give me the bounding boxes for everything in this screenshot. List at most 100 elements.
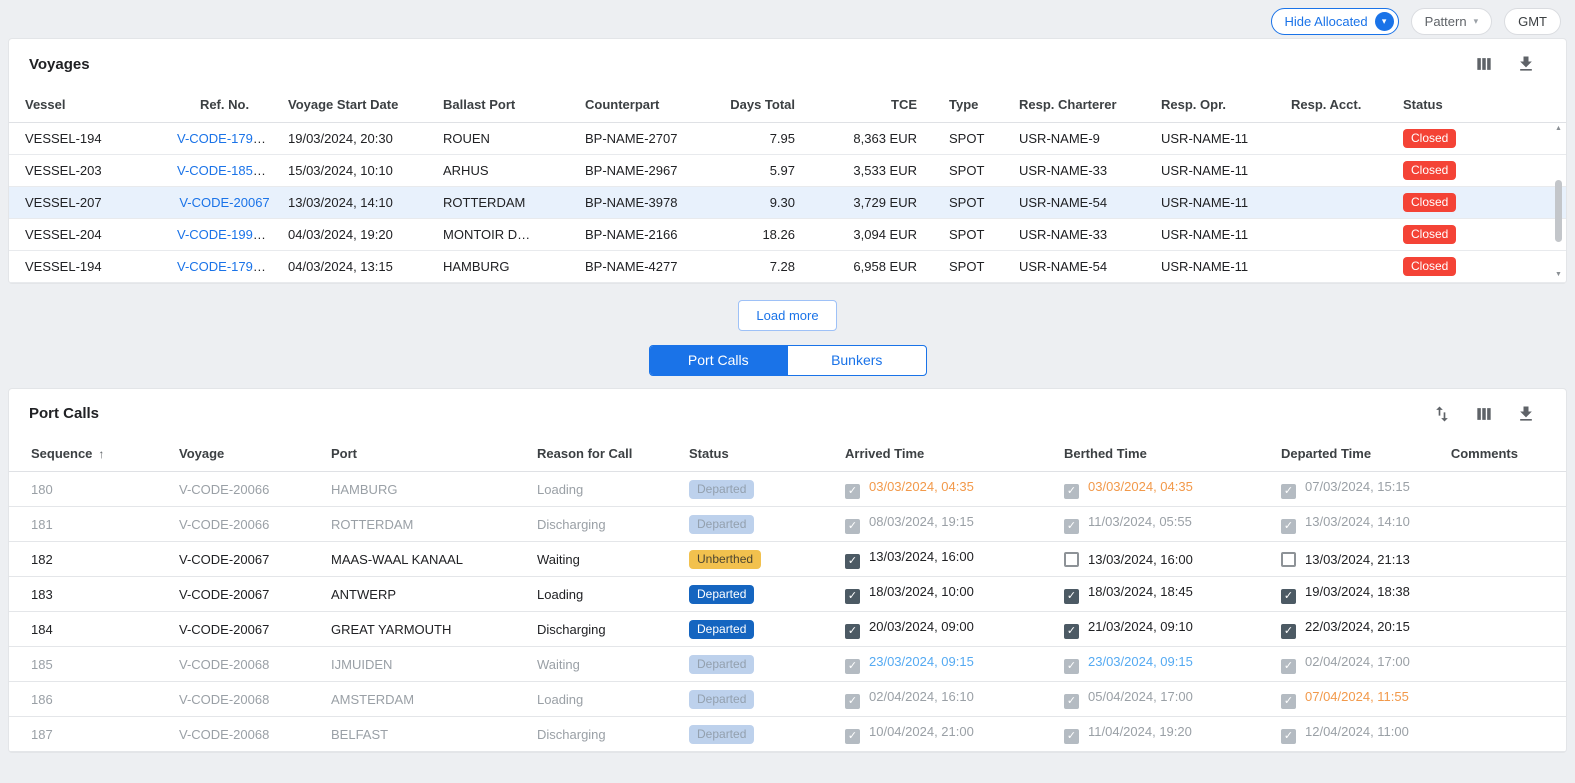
col-berthed-time[interactable]: Berthed Time [1048,437,1265,472]
voyage-row[interactable]: VESSEL-194 V-CODE-179019 04/03/2024, 13:… [9,250,1566,282]
status-badge: Departed [689,585,754,604]
col-ballast-port[interactable]: Ballast Port [427,87,569,122]
checkbox[interactable] [1281,552,1296,567]
checkbox[interactable]: ✓ [1064,484,1079,499]
portcall-row[interactable]: 184 V-CODE-20067 GREAT YARMOUTH Discharg… [9,612,1566,647]
portcalls-table-body: 180 V-CODE-20066 HAMBURG Loading Departe… [9,472,1566,752]
tab-bunkers[interactable]: Bunkers [787,346,926,375]
checkbox[interactable]: ✓ [1064,624,1079,639]
col-departed-time[interactable]: Departed Time [1265,437,1433,472]
checkbox[interactable]: ✓ [845,519,860,534]
col-counterpart[interactable]: Counterpart [569,87,719,122]
download-icon[interactable] [1516,404,1536,424]
voyage-type: SPOT [933,186,1003,218]
portcall-row[interactable]: 187 V-CODE-20068 BELFAST Discharging Dep… [9,717,1566,752]
col-days-total[interactable]: Days Total [719,87,811,122]
checkbox[interactable] [1064,552,1079,567]
checkbox[interactable]: ✓ [1281,659,1296,674]
portcall-comments [1433,542,1566,577]
columns-icon[interactable] [1474,54,1494,74]
col-status[interactable]: Status [673,437,829,472]
load-more-section: Load more [0,284,1575,345]
checkbox[interactable]: ✓ [1064,659,1079,674]
voyage-row[interactable]: VESSEL-207 V-CODE-20067 13/03/2024, 14:1… [9,186,1566,218]
checkbox[interactable]: ✓ [1281,589,1296,604]
col-tce[interactable]: TCE [811,87,933,122]
col-vessel[interactable]: Vessel [9,87,177,122]
voyage-resp-acct [1275,154,1387,186]
voyage-ref-link[interactable]: V-CODE-199048 [177,227,272,242]
col-arrived-time[interactable]: Arrived Time [829,437,1048,472]
checkbox[interactable]: ✓ [845,729,860,744]
voyage-row[interactable]: VESSEL-194 V-CODE-179021 19/03/2024, 20:… [9,122,1566,154]
download-icon[interactable] [1516,54,1536,74]
status-badge: Closed [1403,161,1456,180]
time-text: 21/03/2024, 09:10 [1088,619,1193,634]
voyage-ref-link[interactable]: V-CODE-179019 [177,259,272,274]
hide-allocated-label: Hide Allocated [1285,14,1368,29]
col-comments[interactable]: Comments [1433,437,1566,472]
time-text: 05/04/2024, 17:00 [1088,689,1193,704]
checkbox[interactable]: ✓ [1064,729,1079,744]
col-voyage[interactable]: Voyage [163,437,315,472]
checkbox[interactable]: ✓ [1281,519,1296,534]
status-badge: Departed [689,515,754,534]
load-more-button[interactable]: Load more [738,300,836,331]
port-calls-panel: Port Calls Sequence↑ Voyage Port [8,388,1567,754]
col-sequence[interactable]: Sequence↑ [9,437,163,472]
checkbox[interactable]: ✓ [845,554,860,569]
scrollbar-thumb[interactable] [1555,180,1562,242]
portcall-row[interactable]: 183 V-CODE-20067 ANTWERP Loading Departe… [9,577,1566,612]
portcall-row[interactable]: 185 V-CODE-20068 IJMUIDEN Waiting Depart… [9,647,1566,682]
col-voyage-start-date[interactable]: Voyage Start Date [272,87,427,122]
portcall-row[interactable]: 182 V-CODE-20067 MAAS-WAAL KANAAL Waitin… [9,542,1566,577]
voyage-ballast-port: MONTOIR D… [427,218,569,250]
voyage-ref-link[interactable]: V-CODE-179021 [177,131,272,146]
voyages-scrollbar[interactable]: ▲ ▼ [1553,124,1564,280]
checkbox[interactable]: ✓ [1281,484,1296,499]
portcall-row[interactable]: 181 V-CODE-20066 ROTTERDAM Discharging D… [9,507,1566,542]
checkbox[interactable]: ✓ [1281,694,1296,709]
voyage-resp-opr: USR-NAME-11 [1145,250,1275,282]
gmt-button[interactable]: GMT [1504,8,1561,35]
voyage-row[interactable]: VESSEL-203 V-CODE-185009 15/03/2024, 10:… [9,154,1566,186]
columns-icon[interactable] [1474,404,1494,424]
col-resp-opr[interactable]: Resp. Opr. [1145,87,1275,122]
portcall-row[interactable]: 186 V-CODE-20068 AMSTERDAM Loading Depar… [9,682,1566,717]
scrollbar-track[interactable] [1554,134,1563,270]
checkbox[interactable]: ✓ [1064,589,1079,604]
sort-icon[interactable] [1432,404,1452,424]
scroll-down-icon[interactable]: ▼ [1555,270,1562,280]
col-type[interactable]: Type [933,87,1003,122]
col-port[interactable]: Port [315,437,521,472]
port-calls-title: Port Calls [29,405,99,422]
status-badge: Closed [1403,193,1456,212]
checkbox[interactable]: ✓ [1281,624,1296,639]
col-reason[interactable]: Reason for Call [521,437,673,472]
checkbox[interactable]: ✓ [1281,729,1296,744]
checkbox[interactable]: ✓ [845,694,860,709]
col-resp-acct[interactable]: Resp. Acct. [1275,87,1387,122]
checkbox[interactable]: ✓ [1064,694,1079,709]
portcall-reason: Discharging [521,507,673,542]
checkbox[interactable]: ✓ [845,624,860,639]
col-ref-no[interactable]: Ref. No. [177,87,272,122]
tab-port-calls[interactable]: Port Calls [650,346,788,375]
checkbox[interactable]: ✓ [845,659,860,674]
hide-allocated-button[interactable]: Hide Allocated ▾ [1271,8,1399,35]
col-resp-charterer[interactable]: Resp. Charterer [1003,87,1145,122]
portcall-reason: Waiting [521,542,673,577]
voyage-row[interactable]: VESSEL-204 V-CODE-199048 04/03/2024, 19:… [9,218,1566,250]
portcall-voyage: V-CODE-20066 [163,507,315,542]
portcall-row[interactable]: 180 V-CODE-20066 HAMBURG Loading Departe… [9,472,1566,507]
checkbox[interactable]: ✓ [845,484,860,499]
checkbox[interactable]: ✓ [1064,519,1079,534]
voyage-resp-opr: USR-NAME-11 [1145,218,1275,250]
voyage-ref-link[interactable]: V-CODE-185009 [177,163,272,178]
pattern-button[interactable]: Pattern ▾ [1411,8,1492,35]
voyage-type: SPOT [933,250,1003,282]
voyage-ref-link[interactable]: V-CODE-20067 [179,195,269,210]
checkbox[interactable]: ✓ [845,589,860,604]
col-status[interactable]: Status [1387,87,1566,122]
scroll-up-icon[interactable]: ▲ [1555,124,1562,134]
